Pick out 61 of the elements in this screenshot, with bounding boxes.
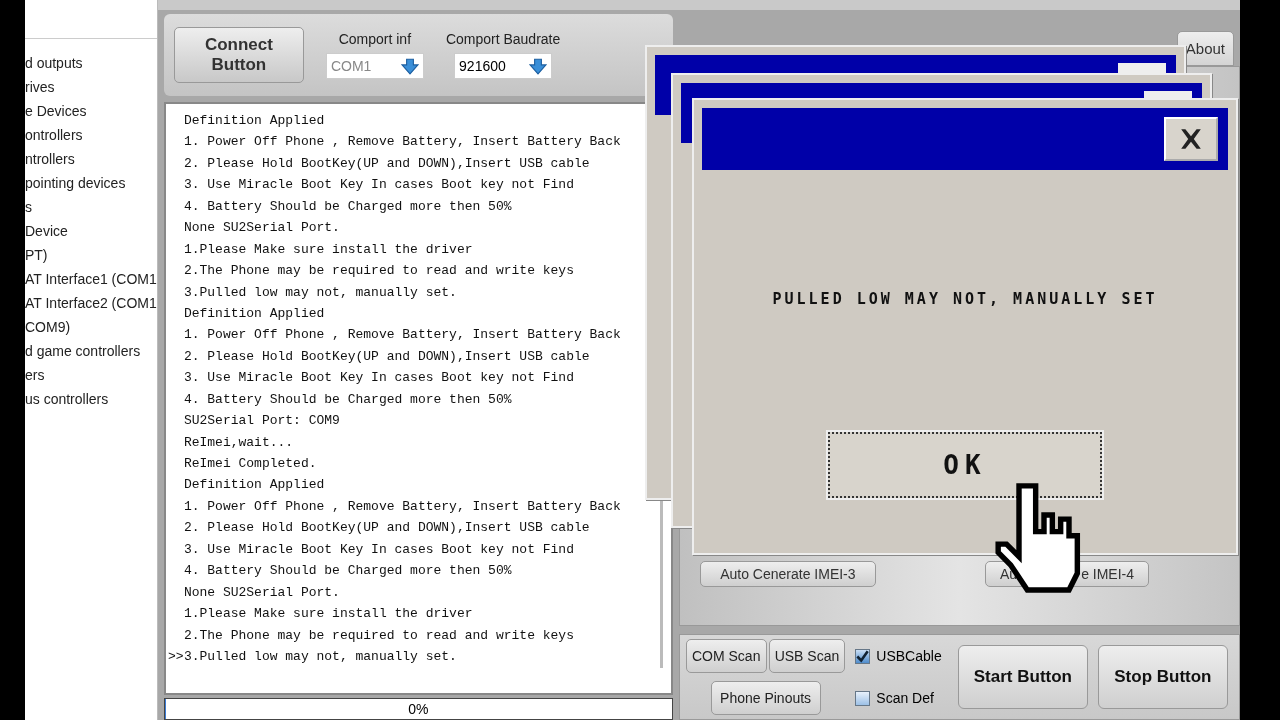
log-line: Definition Applied (182, 304, 326, 323)
comport-label: Comport inf (338, 31, 412, 47)
log-line: None SU2Serial Port. (182, 583, 341, 602)
log-line: None SU2Serial Port. (182, 219, 341, 238)
device-category[interactable]: s (25, 195, 157, 219)
device-category[interactable]: AT Interface1 (COM1 (25, 267, 157, 291)
checkbox[interactable]: Scan Def (855, 690, 948, 706)
check-icon (856, 649, 870, 663)
device-category[interactable]: e Devices (25, 99, 157, 123)
dropdown-arrow-icon (529, 57, 548, 75)
log-line: SU2Serial Port: COM9 (182, 412, 341, 431)
progress-label: 0% (408, 701, 429, 717)
log-line: 2. Please Hold BootKey(UP and DOWN),Insert USB cable (182, 154, 591, 173)
dropdown-arrow-icon (400, 57, 419, 75)
close-button[interactable] (1164, 117, 1218, 161)
log-line: 3. Use Miracle Boot Key In cases Boot key not Find (182, 540, 575, 559)
log-line: 1. Power Off Phone , Remove Battery, Insert Battery Back (182, 497, 622, 516)
device-category[interactable]: ontrollers (25, 123, 157, 147)
log-line: 3. Use Miracle Boot Key In cases Boot key not Find (182, 369, 575, 388)
device-category[interactable]: COM9) (25, 315, 157, 339)
scan-button[interactable]: COM Scan (685, 639, 767, 673)
device-category[interactable]: ers (25, 363, 157, 387)
baudrate-dropdown[interactable]: 921600 (454, 53, 553, 79)
log-line: 1.Please Make sure install the driver (182, 240, 474, 259)
device-category[interactable]: ntrollers (25, 147, 157, 171)
log-line: 1.Please Make sure install the driver (182, 605, 474, 624)
log-line: ReImei,wait... (182, 433, 295, 452)
log-line: 1. Power Off Phone , Remove Battery, Insert Battery Back (182, 326, 622, 345)
device-category[interactable]: Device (25, 219, 157, 243)
baudrate-label: Comport Baudrate (445, 31, 561, 47)
device-category[interactable]: rives (25, 75, 157, 99)
scan-button[interactable]: USB Scan (768, 639, 846, 673)
generate-imei-button[interactable]: Auto Cenerate IMEI-3 (699, 561, 876, 587)
checkbox[interactable]: USBCable (855, 648, 948, 664)
device-category[interactable]: us controllers (25, 387, 157, 411)
log-line: 3.Pulled low may not, manually set. (182, 283, 458, 302)
log-line: ReImei Completed. (182, 455, 318, 473)
log-line: >>3.Pulled low may not, manually set. (167, 647, 458, 666)
connect-button[interactable]: Connect Button (173, 27, 304, 83)
ok-button[interactable]: OK (828, 432, 1102, 498)
start-button[interactable]: Start Button (957, 645, 1088, 709)
device-category[interactable]: d outputs (25, 51, 157, 75)
log-line: 4. Battery Should be Charged more then 50% (182, 197, 513, 216)
log-line: 2. Please Hold BootKey(UP and DOWN),Insert USB cable (182, 347, 591, 366)
pinouts-button[interactable]: Phone Pinouts (710, 681, 821, 715)
log-line: 2. Please Hold BootKey(UP and DOWN),Insert USB cable (182, 519, 591, 538)
device-category[interactable]: PT) (25, 243, 157, 267)
log-line: 1. Power Off Phone , Remove Battery, Insert Battery Back (182, 133, 622, 152)
log-line: 2.The Phone may be required to read and write keys (182, 262, 575, 281)
log-line: 2.The Phone may be required to read and write keys (182, 626, 575, 645)
device-category[interactable]: pointing devices (25, 171, 157, 195)
device-category[interactable]: AT Interface2 (COM1 (25, 291, 157, 315)
stop-button[interactable]: Stop Button (1097, 645, 1228, 709)
log-line: Definition Applied (182, 476, 326, 495)
log-line: 3. Use Miracle Boot Key In cases Boot key not Find (182, 176, 575, 195)
log-line: 4. Battery Should be Charged more then 50% (182, 562, 513, 581)
device-category[interactable]: d game controllers (25, 339, 157, 363)
dialog-message: PULLED LOW MAY NOT, MANUALLY SET (771, 290, 1159, 308)
log-line: 4. Battery Should be Charged more then 50% (182, 390, 513, 409)
log-line: Definition Applied (182, 112, 326, 130)
comport-dropdown[interactable]: COM1 (325, 53, 424, 79)
